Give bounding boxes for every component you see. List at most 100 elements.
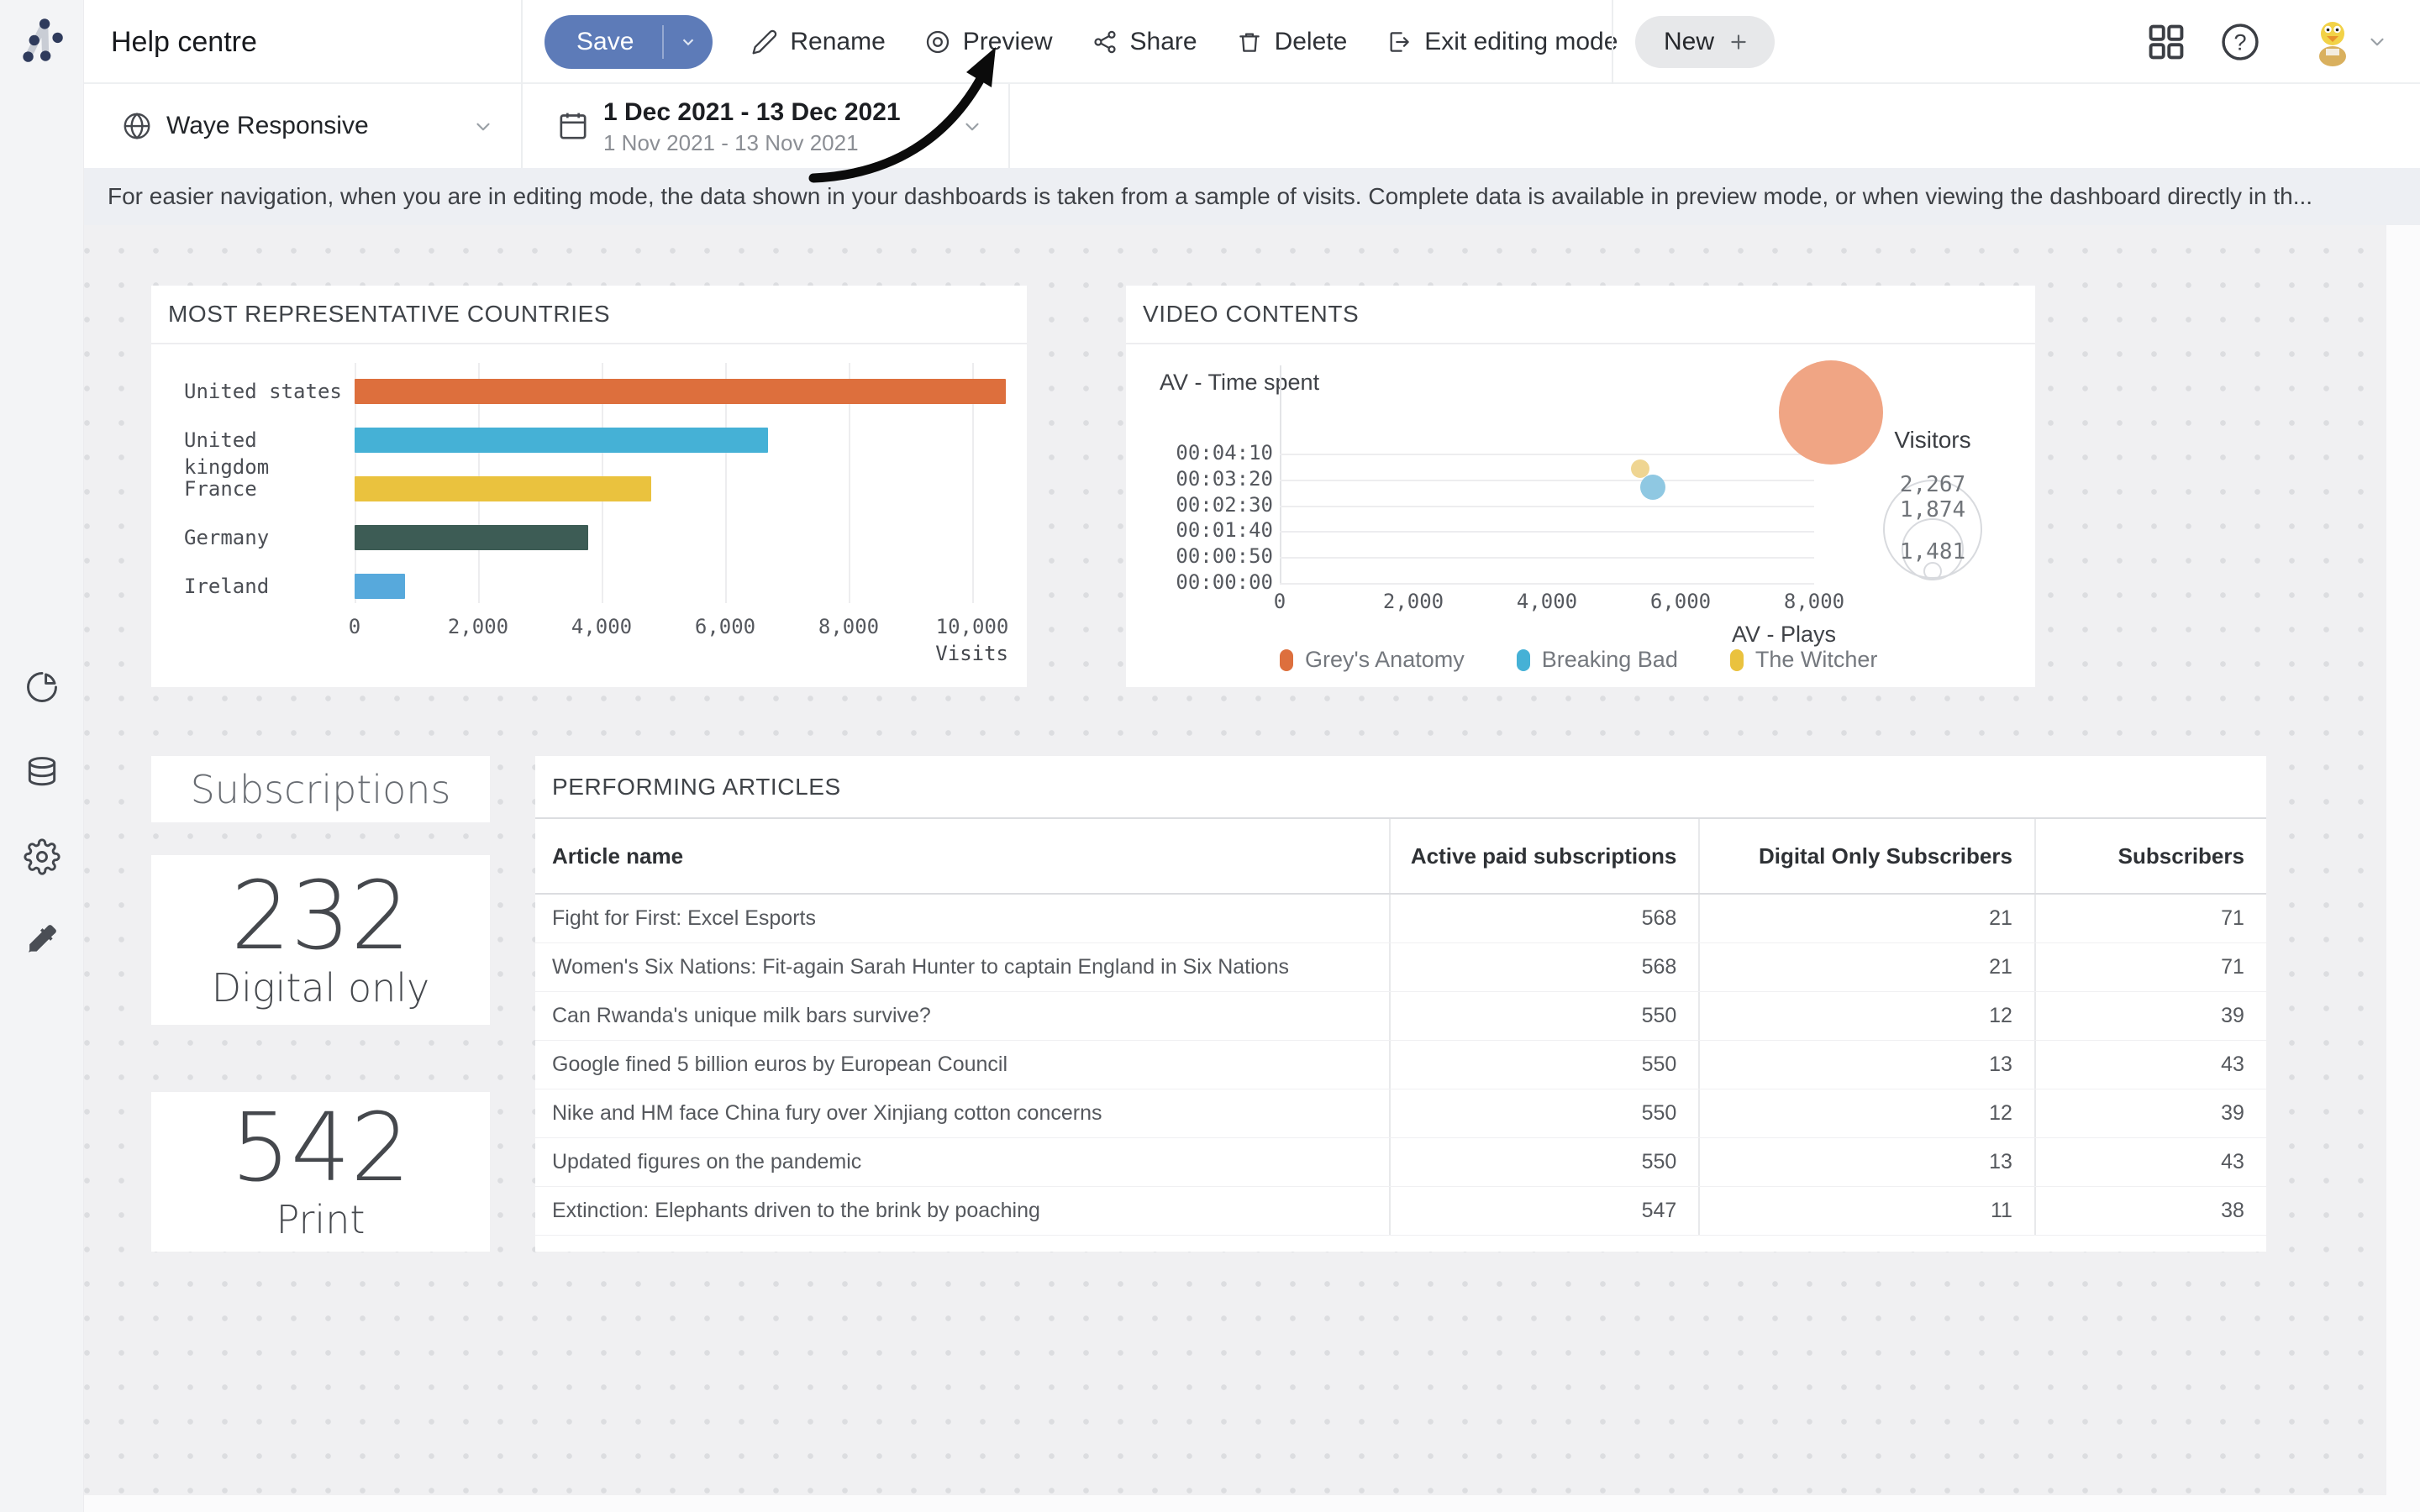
legend-label: Grey's Anatomy <box>1305 647 1465 673</box>
metric-cell: 12 <box>1698 1089 2034 1137</box>
size-legend-value: 1,874 <box>1849 497 2017 522</box>
kpi-value: 232 <box>231 869 411 963</box>
table-row: Updated figures on the pandemic5501343 <box>535 1138 2266 1187</box>
metric-cell: 71 <box>2034 943 2266 991</box>
account-menu-chevron[interactable] <box>2365 30 2390 55</box>
x-tick-label: 8,000 <box>1784 590 1844 613</box>
widget-title: PERFORMING ARTICLES <box>535 756 2266 819</box>
kpi-group-title: Subscriptions <box>191 767 451 812</box>
widget-performing-articles[interactable]: PERFORMING ARTICLES Article name Active … <box>535 756 2266 1252</box>
article-name-cell: Extinction: Elephants driven to the brin… <box>535 1187 1389 1235</box>
pie-chart-icon <box>24 669 60 706</box>
chevron-down-icon <box>679 33 697 51</box>
table-body: Fight for First: Excel Esports5682171Wom… <box>535 895 2266 1236</box>
save-button[interactable]: Save <box>544 15 713 69</box>
site-selector-label: Waye Responsive <box>166 84 369 168</box>
x-tick-label: 4,000 <box>571 615 632 638</box>
legend-swatch <box>1730 649 1744 671</box>
sidebar-item-theme[interactable] <box>24 921 60 958</box>
widget-subscriptions-title[interactable]: Subscriptions <box>151 756 490 822</box>
widget-kpi-print[interactable]: 542 Print <box>151 1092 490 1252</box>
category-label: France <box>184 475 352 502</box>
metric-cell: 39 <box>2034 1089 2266 1137</box>
column-header: Active paid subscriptions <box>1389 819 1699 893</box>
metric-cell: 21 <box>1698 895 2034 942</box>
sidebar-item-data[interactable] <box>24 754 60 791</box>
y-tick-label: 00:03:20 <box>1126 467 1273 491</box>
date-range-selector[interactable]: 1 Dec 2021 - 13 Dec 2021 1 Nov 2021 - 13… <box>521 84 1008 168</box>
rename-button[interactable]: Rename <box>751 28 885 56</box>
metric-cell: 43 <box>2034 1041 2266 1089</box>
size-legend-value: 1,481 <box>1849 539 2017 564</box>
sidebar-item-charts[interactable] <box>24 669 60 706</box>
kpi-label: Digital only <box>212 965 430 1011</box>
table-row: Fight for First: Excel Esports5682171 <box>535 895 2266 943</box>
legend-item: Breaking Bad <box>1517 647 1678 673</box>
column-header: Article name <box>535 819 1389 893</box>
divider <box>521 0 523 84</box>
left-sidebar <box>0 0 84 1512</box>
sampling-info-banner: For easier navigation, when you are in e… <box>84 168 2420 225</box>
svg-text:?: ? <box>2233 29 2246 55</box>
metric-cell: 39 <box>2034 992 2266 1040</box>
save-dropdown[interactable] <box>664 33 713 51</box>
x-tick-label: 0 <box>349 615 360 638</box>
article-name-cell: Can Rwanda's unique milk bars survive? <box>535 992 1389 1040</box>
category-label: United states <box>184 378 352 405</box>
trash-icon <box>1236 29 1263 55</box>
y-tick-label: 00:00:50 <box>1126 544 1273 568</box>
apps-grid-icon <box>2144 20 2188 64</box>
column-header: Digital Only Subscribers <box>1698 819 2034 893</box>
metric-cell: 71 <box>2034 895 2266 942</box>
x-axis-label: Visits <box>935 642 1008 665</box>
delete-button[interactable]: Delete <box>1236 28 1348 56</box>
sidebar-item-settings[interactable] <box>24 838 60 875</box>
app-logo[interactable] <box>13 13 69 69</box>
metric-cell: 547 <box>1389 1187 1699 1235</box>
size-legend-circle <box>1923 562 1942 580</box>
category-label: United kingdom <box>184 427 352 454</box>
gridline <box>1280 583 1814 585</box>
preview-button[interactable]: Preview <box>924 28 1053 56</box>
share-button[interactable]: Share <box>1092 28 1197 56</box>
metric-cell: 12 <box>1698 992 2034 1040</box>
gridline <box>1280 531 1814 533</box>
avatar[interactable] <box>2309 17 2356 67</box>
date-range-comparison: 1 Nov 2021 - 13 Nov 2021 <box>603 129 901 156</box>
widget-video-contents[interactable]: VIDEO CONTENTS AV - Time spent 00:04:100… <box>1126 286 2035 687</box>
divider <box>1612 0 1613 84</box>
site-selector-chevron[interactable] <box>472 116 494 140</box>
y-tick-label: 00:01:40 <box>1126 518 1273 542</box>
widget-kpi-digital-only[interactable]: 232 Digital only <box>151 855 490 1025</box>
metric-cell: 43 <box>2034 1138 2266 1186</box>
toolbar: Save Rename Preview Share Delete Exit ed… <box>544 0 1618 84</box>
bar-chart: 02,0004,0006,0008,00010,000United states… <box>151 286 1027 687</box>
widget-most-representative-countries[interactable]: MOST REPRESENTATIVE COUNTRIES 02,0004,00… <box>151 286 1027 687</box>
scrollbar-gutter-vertical <box>2386 225 2420 1512</box>
chevron-down-icon <box>472 116 494 138</box>
scrollbar-gutter-horizontal <box>84 1495 2386 1512</box>
dashboard-canvas: MOST REPRESENTATIVE COUNTRIES 02,0004,00… <box>84 225 2386 1495</box>
site-selector[interactable]: Waye Responsive <box>84 84 521 168</box>
gear-icon <box>24 838 60 875</box>
metric-cell: 550 <box>1389 1041 1699 1089</box>
kpi-label: Print <box>276 1197 366 1242</box>
help-button[interactable]: ? <box>2218 20 2262 64</box>
divider <box>1008 84 1010 168</box>
y-tick-label: 00:02:30 <box>1126 493 1273 517</box>
x-tick-label: 8,000 <box>818 615 879 638</box>
new-dashboard-button[interactable]: New <box>1635 16 1775 68</box>
eye-icon <box>924 29 951 55</box>
eyedropper-icon <box>24 921 60 958</box>
metric-cell: 568 <box>1389 943 1699 991</box>
metric-cell: 550 <box>1389 1138 1699 1186</box>
exit-editing-mode-button[interactable]: Exit editing mode <box>1386 28 1618 56</box>
metric-cell: 38 <box>2034 1187 2266 1235</box>
save-label: Save <box>544 28 662 56</box>
article-name-cell: Fight for First: Excel Esports <box>535 895 1389 942</box>
help-icon: ? <box>2218 20 2262 64</box>
apps-grid-button[interactable] <box>2144 20 2188 64</box>
category-label: Germany <box>184 524 352 551</box>
date-selector-chevron[interactable] <box>961 116 983 140</box>
x-tick-label: 2,000 <box>1383 590 1444 613</box>
